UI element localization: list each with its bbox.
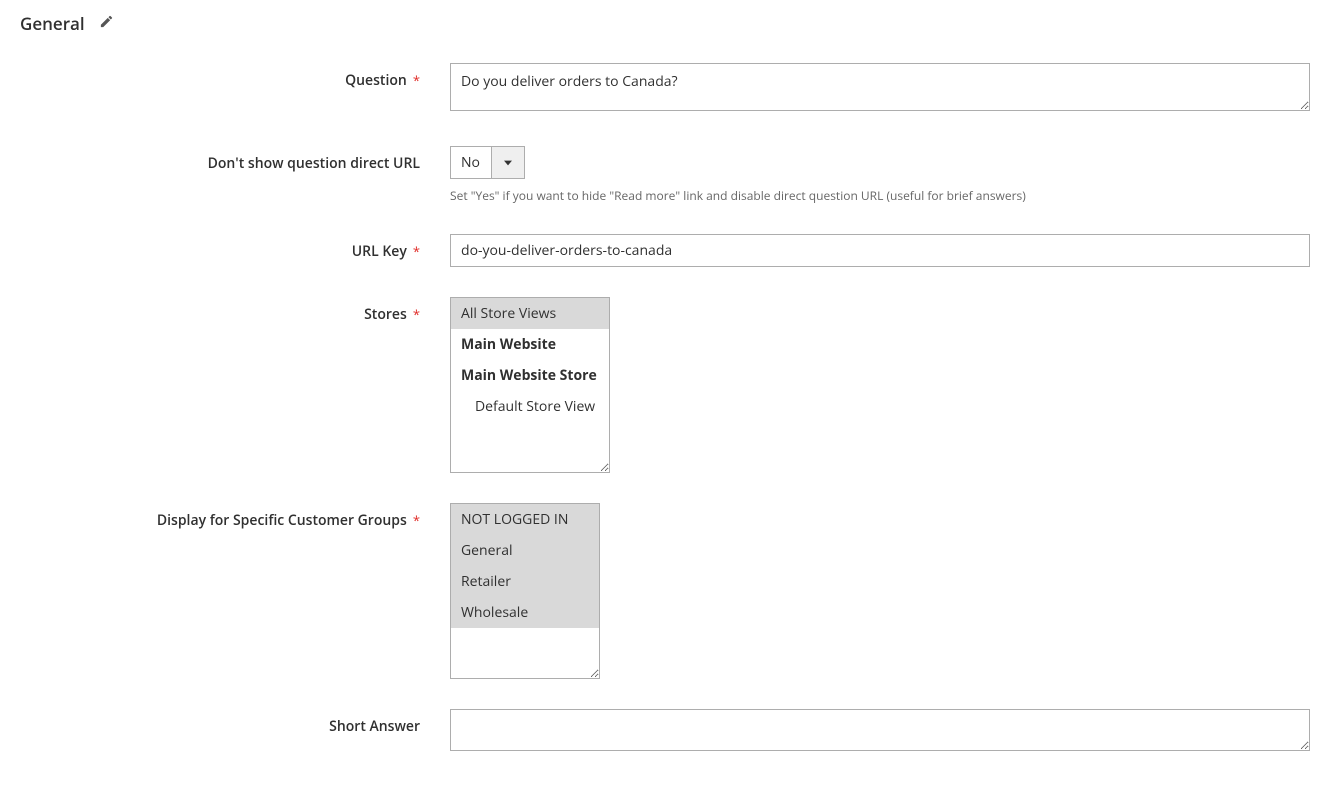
group-option-wholesale[interactable]: Wholesale xyxy=(451,597,599,628)
section-title: General xyxy=(20,12,85,35)
stores-option-main-store[interactable]: Main Website Store xyxy=(451,360,609,391)
edit-icon[interactable] xyxy=(99,14,114,34)
hide-url-note: Set "Yes" if you want to hide "Read more… xyxy=(450,187,1310,204)
label-short-answer: Short Answer xyxy=(20,709,450,736)
url-key-input[interactable] xyxy=(450,234,1310,267)
question-input[interactable] xyxy=(450,63,1310,111)
field-row-hide-url: Don't show question direct URL No Set "Y… xyxy=(20,146,1321,204)
field-row-customer-groups: Display for Specific Customer Groups NOT… xyxy=(20,503,1321,679)
label-stores: Stores xyxy=(20,297,450,324)
stores-option-default-view[interactable]: Default Store View xyxy=(451,391,609,422)
label-question: Question xyxy=(20,63,450,90)
label-customer-groups: Display for Specific Customer Groups xyxy=(20,503,450,530)
short-answer-input[interactable] xyxy=(450,709,1310,751)
group-option-general[interactable]: General xyxy=(451,535,599,566)
stores-option-main-website[interactable]: Main Website xyxy=(451,329,609,360)
field-row-question: Question xyxy=(20,63,1321,116)
field-row-stores: Stores All Store Views Main Website Main… xyxy=(20,297,1321,473)
field-row-short-answer: Short Answer xyxy=(20,709,1321,756)
group-option-retailer[interactable]: Retailer xyxy=(451,566,599,597)
chevron-down-icon xyxy=(491,147,524,178)
label-hide-url: Don't show question direct URL xyxy=(20,146,450,173)
field-row-url-key: URL Key xyxy=(20,234,1321,267)
label-url-key: URL Key xyxy=(20,234,450,261)
customer-groups-multiselect[interactable]: NOT LOGGED IN General Retailer Wholesale xyxy=(450,503,600,679)
stores-option-all[interactable]: All Store Views xyxy=(451,298,609,329)
group-option-not-logged-in[interactable]: NOT LOGGED IN xyxy=(451,504,599,535)
stores-multiselect[interactable]: All Store Views Main Website Main Websit… xyxy=(450,297,610,473)
section-header: General xyxy=(20,10,1321,63)
hide-url-select[interactable]: No xyxy=(450,146,525,179)
hide-url-value: No xyxy=(451,147,491,178)
